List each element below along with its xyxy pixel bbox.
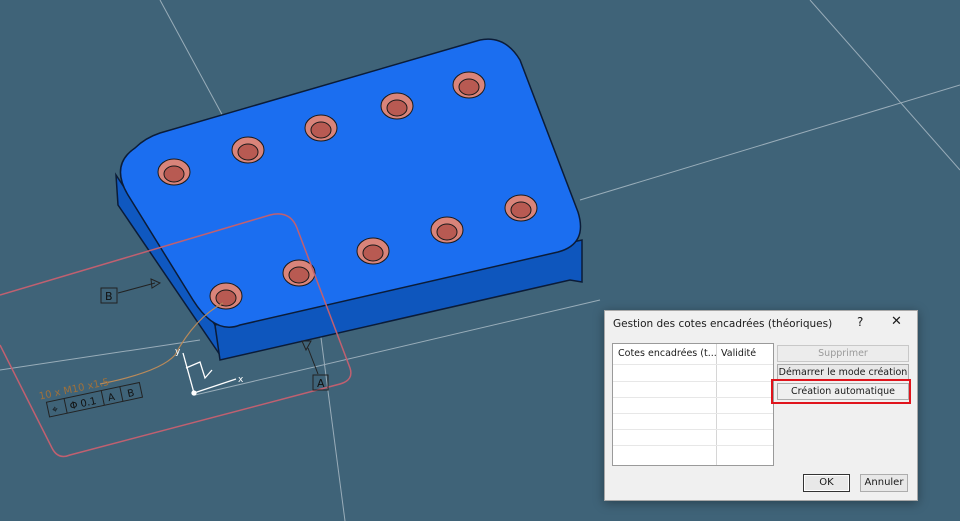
hole[interactable] — [157, 158, 191, 186]
list-header-dimensions[interactable]: Cotes encadrées (t... — [618, 348, 716, 359]
row-divider — [613, 397, 773, 398]
framed-dimensions-list[interactable]: Cotes encadrées (t... Validité — [612, 343, 774, 466]
close-icon[interactable]: ✕ — [891, 314, 902, 329]
hole[interactable] — [504, 194, 538, 222]
gdt-ref-a: A — [107, 392, 116, 404]
hole[interactable] — [452, 71, 486, 99]
ok-button[interactable]: OK — [803, 474, 850, 492]
dialog-title: Gestion des cotes encadrées (théoriques) — [613, 318, 833, 330]
list-header-validity[interactable]: Validité — [721, 348, 756, 359]
grid-line — [579, 84, 960, 201]
row-divider — [613, 445, 773, 446]
hole[interactable] — [209, 282, 243, 310]
datum-b-marker[interactable]: B — [100, 278, 162, 304]
datum-a-marker[interactable]: A — [301, 340, 329, 391]
column-divider — [716, 344, 717, 465]
row-divider — [613, 413, 773, 414]
grid-line — [809, 0, 960, 171]
cancel-button[interactable]: Annuler — [860, 474, 908, 492]
hole[interactable] — [430, 216, 464, 244]
row-divider — [613, 429, 773, 430]
grid-line — [0, 339, 201, 371]
delete-button[interactable]: Supprimer — [777, 345, 909, 362]
gdt-tolerance-text: 10 x M10 x1.5 — [38, 377, 110, 403]
gdt-ref-b: B — [127, 388, 136, 400]
axis-y-label: y — [175, 347, 181, 357]
automatic-creation-button[interactable]: Création automatique — [777, 383, 909, 400]
hole[interactable] — [304, 114, 338, 142]
grid-line — [319, 329, 346, 521]
row-divider — [613, 381, 773, 382]
axis-x-label: x — [238, 375, 244, 385]
hole[interactable] — [231, 136, 265, 164]
datum-a-label: A — [317, 377, 325, 390]
hole[interactable] — [380, 92, 414, 120]
help-icon[interactable]: ? — [857, 315, 863, 329]
datum-b-label: B — [105, 290, 113, 303]
hole[interactable] — [356, 237, 390, 265]
grid-line — [159, 0, 226, 121]
framed-dimensions-dialog[interactable]: Gestion des cotes encadrées (théoriques)… — [604, 310, 918, 501]
row-divider — [613, 364, 773, 365]
position-symbol-icon: ⌖ — [51, 404, 59, 416]
